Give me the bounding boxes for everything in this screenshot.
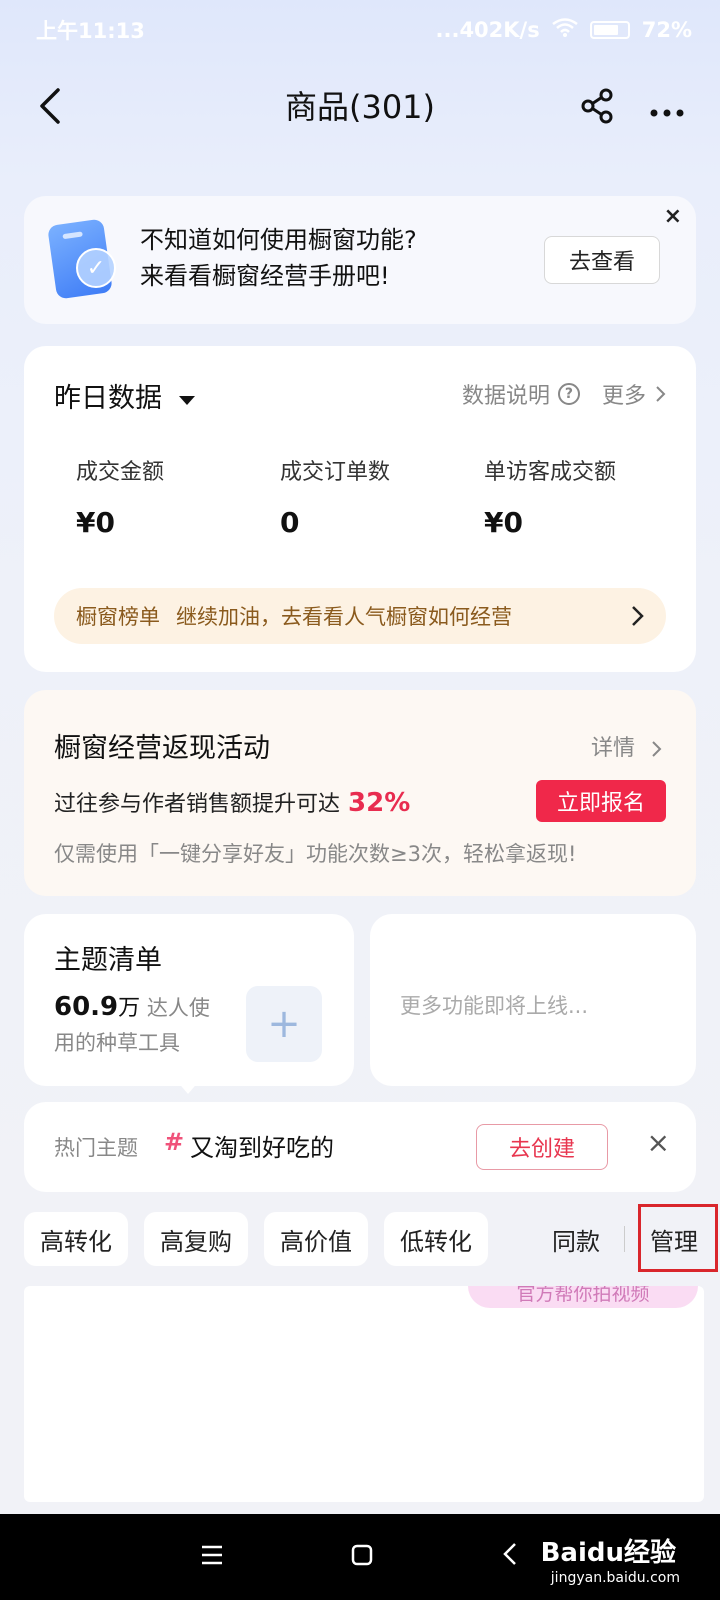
hashtag-icon: #	[164, 1128, 185, 1156]
showcase-ranking-bar[interactable]: 橱窗榜单 继续加油，去看看人气橱窗如何经营	[54, 588, 666, 644]
hot-topic-label: 热门主题	[54, 1136, 138, 1160]
status-bar: 上午11:13 ...402K/s 72%	[36, 14, 692, 46]
share-button[interactable]	[580, 88, 614, 128]
filter-chip-row: 高转化 高复购 高价值 低转化 同款 管理	[24, 1212, 720, 1266]
chip-high-repurchase[interactable]: 高复购	[144, 1212, 248, 1266]
promo-detail-link[interactable]: 详情	[591, 730, 662, 762]
close-icon[interactable]: ×	[647, 1126, 670, 1159]
chevron-right-icon	[632, 606, 644, 626]
promo-line-prefix: 过往参与作者销售额提升可达	[54, 792, 341, 817]
stats-header-links: 数据说明 ? 更多	[462, 378, 666, 410]
theme-description: 60.9万 达人使用的种草工具	[54, 990, 224, 1060]
metric-gmv: 成交金额 ¥0	[76, 454, 164, 539]
theme-count: 60.9	[54, 992, 119, 1022]
hot-topic-name[interactable]: 又淘到好吃的	[190, 1128, 334, 1163]
plus-icon: +	[267, 1001, 301, 1047]
chip-low-conversion[interactable]: 低转化	[384, 1212, 488, 1266]
chip-high-conversion[interactable]: 高转化	[24, 1212, 128, 1266]
battery-level: 72%	[641, 18, 692, 42]
hot-topic-bar: 热门主题 # 又淘到好吃的 去创建 ×	[24, 1102, 696, 1192]
more-link[interactable]: 更多	[602, 378, 646, 410]
promo-detail-label: 详情	[590, 736, 635, 761]
promo-percent: 32%	[348, 788, 411, 818]
product-list: 官方帮你拍视频	[24, 1286, 704, 1502]
home-icon[interactable]	[350, 1540, 374, 1575]
share-icon	[581, 88, 613, 124]
metric-per-visitor: 单访客成交额 ¥0	[484, 454, 616, 539]
battery-icon	[589, 21, 630, 39]
check-icon: ✓	[76, 248, 116, 288]
metric-label: 成交订单数	[280, 460, 391, 485]
manage-highlight-box	[638, 1204, 718, 1272]
divider	[624, 1226, 625, 1252]
theme-list-card[interactable]: 主题清单 60.9万 达人使用的种草工具 +	[24, 914, 354, 1086]
stats-title[interactable]: 昨日数据	[54, 376, 197, 415]
banner-text: 不知道如何使用橱窗功能? 来看看橱窗经营手册吧!	[140, 222, 417, 294]
rank-label: 橱窗榜单	[76, 605, 160, 629]
more-button[interactable]	[650, 102, 684, 121]
chevron-right-icon	[652, 741, 662, 757]
chevron-right-icon	[656, 386, 666, 402]
video-tip-badge[interactable]: 官方帮你拍视频	[468, 1286, 698, 1308]
add-theme-button[interactable]: +	[246, 986, 322, 1062]
yesterday-stats-card: 昨日数据 数据说明 ? 更多 成交金额 ¥0 成交订单数 0 单访客成交额 ¥0…	[24, 346, 696, 672]
metric-value: ¥0	[76, 506, 115, 539]
coming-soon-text: 更多功能即将上线...	[400, 994, 589, 1018]
close-icon[interactable]: ×	[664, 204, 682, 229]
cashback-promo-card: 橱窗经营返现活动 详情 过往参与作者销售额提升可达 32% 立即报名 仅需使用「…	[24, 690, 696, 896]
banner-line1: 不知道如何使用橱窗功能?	[140, 226, 417, 254]
guide-banner: ✓ 不知道如何使用橱窗功能? 来看看橱窗经营手册吧! 去查看 ×	[24, 196, 696, 324]
coming-soon-card: 更多功能即将上线...	[370, 914, 696, 1086]
status-time: 上午11:13	[36, 19, 145, 43]
chip-high-value[interactable]: 高价值	[264, 1212, 368, 1266]
theme-card-pointer	[176, 1080, 200, 1094]
promo-growth-line: 过往参与作者销售额提升可达 32%	[54, 786, 410, 818]
wifi-icon	[551, 17, 578, 43]
metric-value: 0	[280, 506, 300, 539]
theme-title: 主题清单	[54, 945, 162, 976]
dropdown-triangle-icon	[178, 395, 195, 405]
rank-text: 继续加油，去看看人气橱窗如何经营	[176, 605, 512, 629]
back-icon[interactable]	[500, 1540, 520, 1575]
more-dots-icon	[650, 109, 684, 117]
create-button[interactable]: 去创建	[476, 1124, 608, 1170]
metric-label: 单访客成交额	[484, 460, 617, 485]
metric-orders: 成交订单数 0	[280, 454, 390, 539]
stats-title-label: 昨日数据	[54, 383, 162, 414]
status-icons: ...402K/s 72%	[435, 17, 692, 43]
baidu-watermark-logo: Baidu经验	[540, 1538, 676, 1568]
banner-line2: 来看看橱窗经营手册吧!	[140, 262, 390, 290]
help-icon[interactable]: ?	[557, 383, 580, 405]
signup-button[interactable]: 立即报名	[536, 780, 666, 822]
theme-count-unit: 万	[118, 996, 141, 1021]
view-guide-button[interactable]: 去查看	[544, 236, 660, 284]
menu-icon[interactable]	[200, 1540, 224, 1575]
baidu-watermark-url: jingyan.baidu.com	[550, 1570, 680, 1586]
same-style-button[interactable]: 同款	[552, 1212, 600, 1266]
metric-value: ¥0	[484, 506, 523, 539]
metric-label: 成交金额	[76, 460, 165, 485]
data-explain-link[interactable]: 数据说明	[462, 378, 550, 410]
network-speed: ...402K/s	[435, 18, 540, 42]
system-nav-bar: Baidu经验 jingyan.baidu.com	[0, 1514, 720, 1600]
promo-subtext: 仅需使用「一键分享好友」功能次数≥3次，轻松拿返现!	[54, 842, 577, 866]
promo-title: 橱窗经营返现活动	[54, 733, 270, 764]
